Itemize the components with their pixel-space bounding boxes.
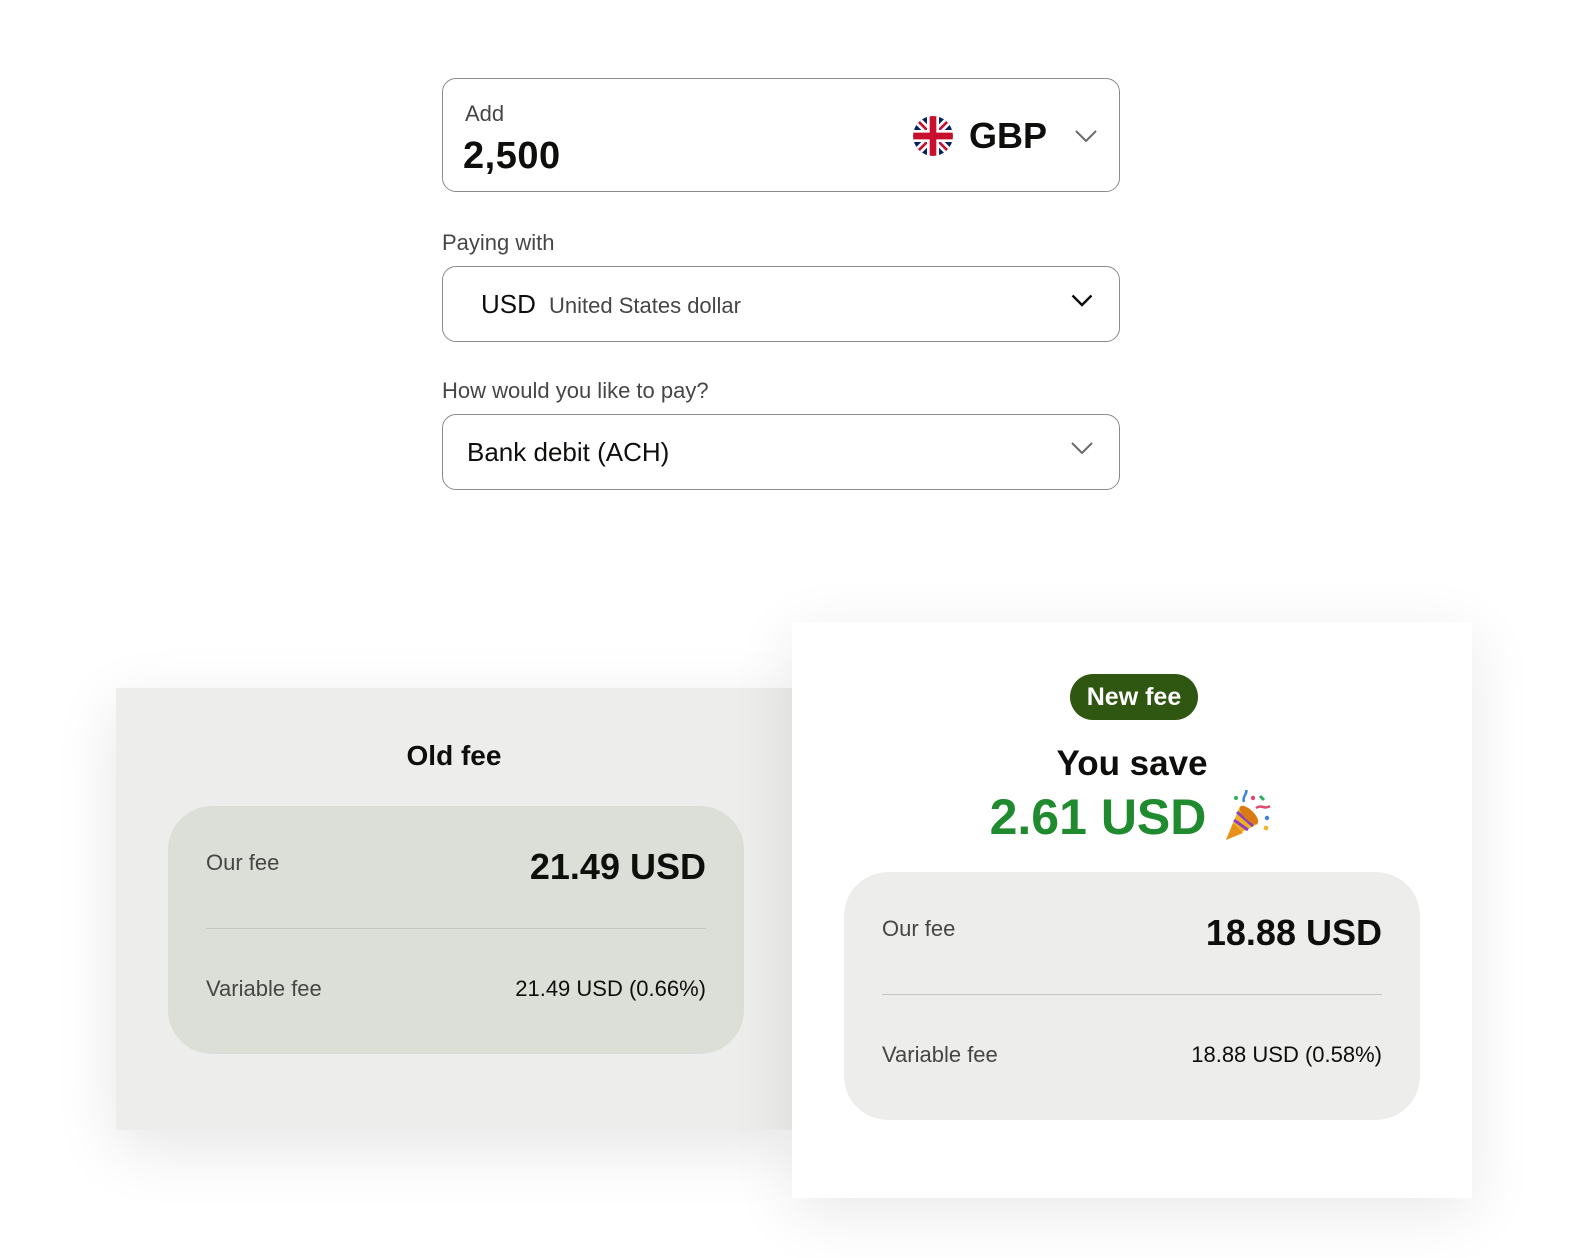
currency-code: GBP <box>968 115 1047 156</box>
our-fee-label: Our fee <box>882 916 956 941</box>
variable-fee-label: Variable fee <box>206 976 322 1001</box>
savings-amount: 2.61 USD <box>989 789 1207 845</box>
paying-with-name: United States dollar <box>549 293 741 318</box>
new-fee-card: New fee You save 2.61 USD Our fee 18.88 … <box>792 622 1472 1198</box>
variable-fee-value: 21.49 USD (0.66%) <box>515 976 706 1001</box>
payment-method-value: Bank debit (ACH) <box>467 437 670 467</box>
new-fee-badge: New fee <box>1070 674 1198 720</box>
new-fee-breakdown: Our fee 18.88 USD Variable fee 18.88 USD… <box>844 872 1420 1120</box>
chevron-down-icon <box>1071 442 1093 454</box>
variable-fee-value: 18.88 USD (0.58%) <box>1191 1042 1382 1067</box>
party-popper-icon <box>1226 790 1272 840</box>
divider <box>882 994 1382 995</box>
paying-with-select[interactable]: USD United States dollar <box>442 266 1120 342</box>
paying-with-label: Paying with <box>442 230 555 255</box>
our-fee-value: 21.49 USD <box>529 846 706 887</box>
payment-method-label: How would you like to pay? <box>442 378 709 403</box>
chevron-down-icon <box>1071 294 1093 307</box>
divider <box>206 928 706 929</box>
amount-label: Add <box>465 101 505 126</box>
our-fee-value: 18.88 USD <box>1205 912 1382 953</box>
amount-input[interactable]: Add 2,500 GBP <box>442 78 1120 192</box>
payment-method-select[interactable]: Bank debit (ACH) <box>442 414 1120 490</box>
amount-value[interactable]: 2,500 <box>463 135 561 178</box>
old-fee-card: Old fee Our fee 21.49 USD Variable fee 2… <box>116 688 792 1130</box>
our-fee-label: Our fee <box>206 850 280 875</box>
currency-dropdown[interactable]: GBP <box>912 115 1097 157</box>
variable-fee-label: Variable fee <box>882 1042 998 1067</box>
paying-with-code: USD <box>481 289 536 319</box>
old-fee-title: Old fee <box>406 740 502 771</box>
savings-amount-row: 2.61 USD <box>792 788 1472 846</box>
uk-flag-icon <box>912 116 953 156</box>
old-fee-breakdown: Our fee 21.49 USD Variable fee 21.49 USD… <box>168 806 744 1054</box>
savings-title: You save <box>1056 744 1208 783</box>
chevron-down-icon <box>1075 130 1097 142</box>
